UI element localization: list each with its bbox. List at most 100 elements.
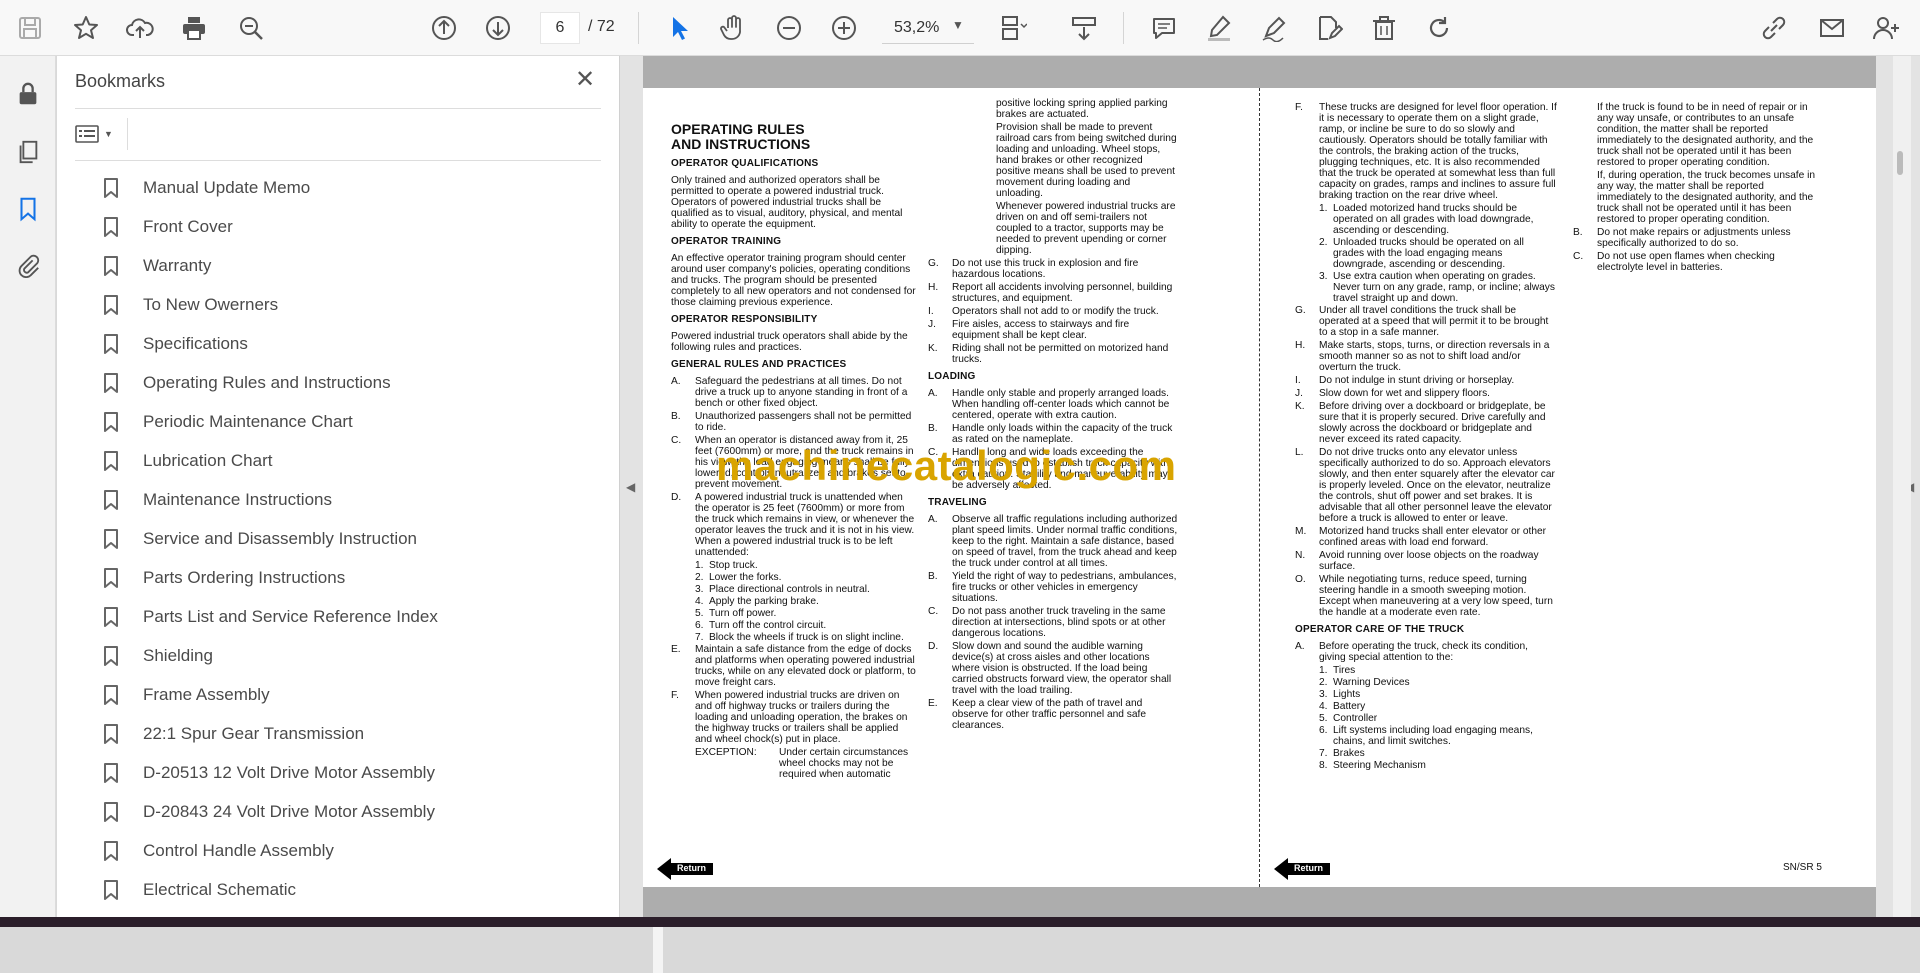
close-icon[interactable]: ✕ <box>571 66 599 94</box>
bookmark-item[interactable]: Manual Update Memo <box>97 168 577 207</box>
bookmark-item[interactable]: Warranty <box>97 246 577 285</box>
rule-item: D. Slow down and sound the audible warnin… <box>928 641 1172 696</box>
bookmark-options-button[interactable]: ▼ <box>75 120 121 148</box>
bookmark-item[interactable]: Shielding <box>97 636 577 675</box>
previous-page-icon[interactable] <box>428 12 460 44</box>
sub-item: 8. Steering Mechanism <box>1319 760 1426 771</box>
bookmark-icon <box>104 411 118 432</box>
bookmark-icon <box>104 216 118 237</box>
paragraph: Only trained and authorized operators sh… <box>671 175 903 230</box>
lock-icon[interactable] <box>12 78 44 110</box>
sub-item: 4. Apply the parking brake. <box>695 596 819 607</box>
bookmark-item[interactable]: Operating Rules and Instructions <box>97 363 577 402</box>
rule-item: C. Do not pass another truck traveling in… <box>928 606 1166 639</box>
bookmark-item[interactable]: Lubrication Chart <box>97 441 577 480</box>
hand-tool-icon[interactable] <box>717 12 749 44</box>
rule-item: J. Fire aisles, access to stairways and f… <box>928 319 1130 341</box>
page-display-icon[interactable] <box>997 12 1029 44</box>
bookmark-item[interactable]: Electrical Schematic <box>97 870 577 909</box>
comment-icon[interactable] <box>1148 12 1180 44</box>
bookmark-item[interactable]: Parts List and Service Reference Index <box>97 597 577 636</box>
rotate-icon[interactable] <box>1423 12 1455 44</box>
zoom-out-icon[interactable] <box>773 12 805 44</box>
bookmark-label: Periodic Maintenance Chart <box>143 411 353 431</box>
bookmark-item[interactable]: 22:1 Spur Gear Transmission <box>97 714 577 753</box>
edit-document-icon[interactable] <box>1313 12 1345 44</box>
page-number-input[interactable]: 6 <box>540 12 580 44</box>
bookmark-label: Manual Update Memo <box>143 177 311 197</box>
paragraph: An effective operator training program s… <box>671 253 916 308</box>
page-total-label: / 72 <box>588 18 615 35</box>
bookmark-item[interactable]: Maintenance Instructions <box>97 480 577 519</box>
left-page-column-2: positive locking spring applied parking … <box>928 98 1178 733</box>
divider <box>75 160 601 161</box>
page-reference: SN/SR 5 <box>1783 862 1822 873</box>
paragraph: If, during operation, the truck becomes … <box>1597 170 1816 225</box>
bookmark-item[interactable]: Specifications <box>97 324 577 363</box>
document-scrollbar[interactable] <box>1893 56 1911 917</box>
bookmark-icon <box>104 840 118 861</box>
chevron-down-icon[interactable]: ▼ <box>952 18 964 32</box>
bookmark-item[interactable]: Periodic Maintenance Chart <box>97 402 577 441</box>
bookmark-list: Manual Update Memo Front Cover Warranty To … <box>97 168 577 909</box>
attachment-icon[interactable] <box>12 249 44 281</box>
bookmark-label: Specifications <box>143 333 248 353</box>
paragraph: Whenever powered industrial trucks are d… <box>996 201 1176 256</box>
bookmark-icon <box>104 684 118 705</box>
star-icon[interactable] <box>70 12 102 44</box>
bookmark-item[interactable]: Frame Assembly <box>97 675 577 714</box>
zoom-search-icon[interactable] <box>235 12 267 44</box>
select-cursor-icon[interactable] <box>663 12 695 44</box>
bookmark-label: Service and Disassembly Instruction <box>143 528 418 548</box>
bookmark-item[interactable]: Parts Ordering Instructions <box>97 558 577 597</box>
bookmark-item[interactable]: D-20843 24 Volt Drive Motor Assembly <box>97 792 577 831</box>
page-footer-bar <box>643 887 1876 917</box>
bookmark-panel-icon[interactable] <box>12 193 44 225</box>
bookmark-item[interactable]: D-20513 12 Volt Drive Motor Assembly <box>97 753 577 792</box>
rule-item: F. When powered industrial trucks are dri… <box>671 690 908 745</box>
page-thumbnails-icon[interactable] <box>12 136 44 168</box>
email-icon[interactable] <box>1816 12 1848 44</box>
bookmark-item[interactable]: Service and Disassembly Instruction <box>97 519 577 558</box>
bookmark-label: 22:1 Spur Gear Transmission <box>143 723 365 743</box>
zoom-in-icon[interactable] <box>828 12 860 44</box>
watermark-text: machinecatalogic.com <box>716 442 1177 489</box>
collapse-panel-icon[interactable]: ◀ <box>626 480 635 494</box>
bookmark-icon <box>104 801 118 822</box>
sub-item: 3. Place directional controls in neutral. <box>695 584 870 595</box>
cloud-upload-icon[interactable] <box>124 12 156 44</box>
delete-icon[interactable] <box>1368 12 1400 44</box>
document-scrollbar-thumb[interactable] <box>1897 151 1903 175</box>
page-fold-line <box>1259 88 1260 887</box>
bookmark-item[interactable]: Front Cover <box>97 207 577 246</box>
scroll-mode-icon[interactable] <box>1068 12 1100 44</box>
section-heading: OPERATOR TRAINING <box>671 236 782 247</box>
rule-item: B. Yield the right of way to pedestrians,… <box>928 571 1177 604</box>
sign-pen-icon[interactable] <box>1258 12 1290 44</box>
highlight-icon[interactable] <box>1203 12 1235 44</box>
return-button-right[interactable]: Return <box>1274 858 1344 880</box>
bookmark-label: Warranty <box>143 255 212 275</box>
rule-item: H. Make starts, stops, turns, or directio… <box>1295 340 1550 373</box>
bookmark-label: D-20513 12 Volt Drive Motor Assembly <box>143 762 435 782</box>
rule-item: K. Before driving over a dockboard or bri… <box>1295 401 1546 445</box>
save-icon[interactable] <box>14 12 46 44</box>
rule-item: N. Avoid running over loose objects on th… <box>1295 550 1539 572</box>
return-button-left[interactable]: Return <box>657 858 727 880</box>
toolbar-divider <box>638 12 639 44</box>
rule-item: L. Do not drive trucks onto any elevator … <box>1295 447 1555 524</box>
rule-item: D. A powered industrial truck is unattend… <box>671 492 915 558</box>
bookmark-item[interactable]: To New Owerners <box>97 285 577 324</box>
bookmark-icon <box>104 528 118 549</box>
section-heading: GENERAL RULES AND PRACTICES <box>671 359 847 370</box>
section-heading: OPERATOR QUALIFICATIONS <box>671 158 819 169</box>
add-user-icon[interactable] <box>1870 12 1902 44</box>
rule-item: E. Keep a clear view of the path of trave… <box>928 698 1147 731</box>
rule-item: A. Before operating the truck, check its … <box>1295 641 1528 663</box>
print-icon[interactable] <box>178 12 210 44</box>
share-link-icon[interactable] <box>1758 12 1790 44</box>
bookmark-label: Shielding <box>143 645 213 665</box>
bookmark-item[interactable]: Control Handle Assembly <box>97 831 577 870</box>
next-page-icon[interactable] <box>482 12 514 44</box>
bookmark-label: Parts Ordering Instructions <box>143 567 346 587</box>
